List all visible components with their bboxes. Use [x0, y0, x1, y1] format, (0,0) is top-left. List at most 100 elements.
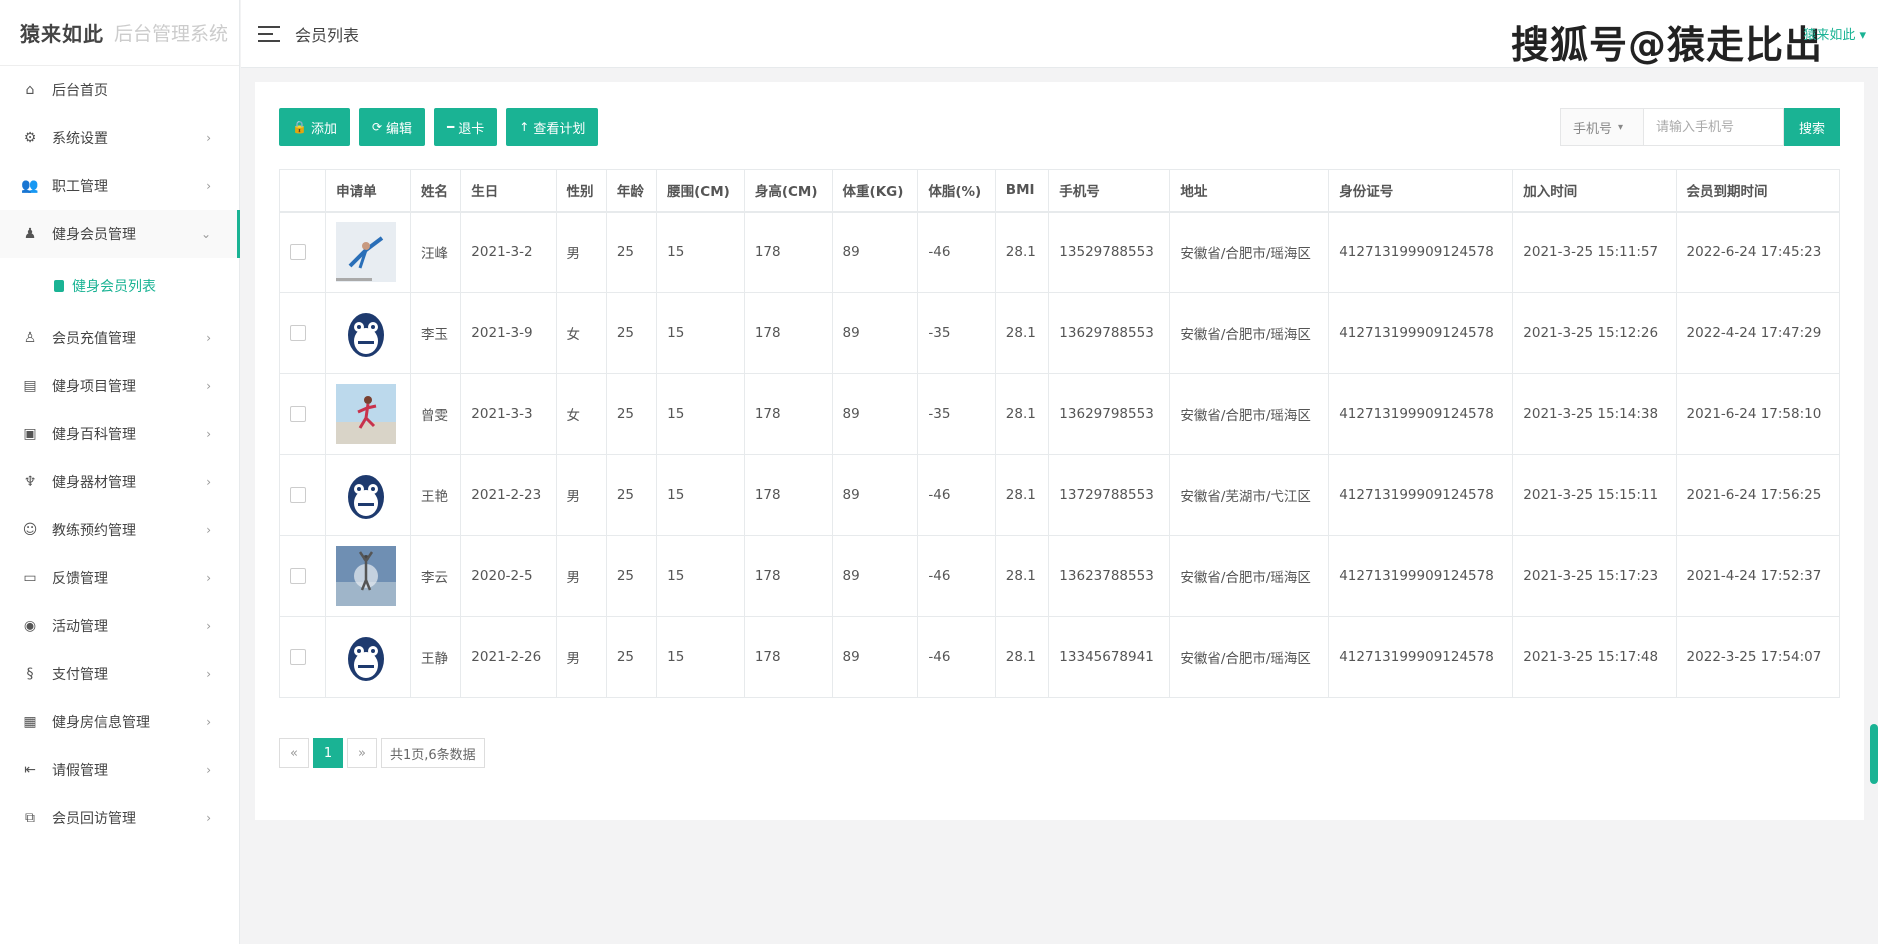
brand-logo: 猿来如此: [20, 22, 104, 46]
photo-monkey: [336, 465, 397, 525]
cell-expire: 2021-6-24 17:58:10: [1675, 373, 1841, 455]
cell-bodyfat: -46: [917, 211, 996, 293]
column-header: 生日: [460, 169, 557, 213]
sidebar-item-9[interactable]: ▭ 反馈管理 ›: [0, 554, 239, 602]
cell-expire: 2021-6-24 17:56:25: [1675, 454, 1841, 536]
row-checkbox[interactable]: [290, 568, 306, 584]
cell-height: 178: [743, 292, 833, 374]
scrollbar[interactable]: [1870, 724, 1878, 784]
row-select-cell: [278, 454, 327, 536]
watermark: 搜狐号@猿走比出: [1510, 23, 1823, 67]
row-select-cell: [278, 535, 327, 617]
cell-address: 安徽省/合肥市/瑶海区: [1169, 292, 1330, 374]
user-menu[interactable]: 猿来如此 ▾: [1803, 24, 1866, 43]
row-checkbox[interactable]: [290, 487, 306, 503]
sidebar-item-label: 会员回访管理: [52, 811, 136, 827]
cell-phone: 13729788553: [1048, 454, 1171, 536]
column-header: 腰围(CM): [656, 169, 745, 213]
table-row[interactable]: 王静 2021-2-26 男 25 15 178 89 -46 28.1 13345678941 安…: [278, 616, 1841, 698]
cell-bodyfat: -46: [917, 454, 996, 536]
cell-birthday: 2020-2-5: [460, 535, 557, 617]
table-row[interactable]: 汪峰 2021-3-2 男 25 15 178 89 -46 28.1 13529788553 安徽…: [278, 211, 1841, 293]
sidebar-item-12[interactable]: ▦ 健身房信息管理 ›: [0, 698, 239, 746]
home-icon: ⌂: [25, 82, 35, 98]
cell-gender: 男: [555, 616, 607, 698]
sidebar-item-10[interactable]: ◉ 活动管理 ›: [0, 602, 239, 650]
content-panel: 🔒添加 ⟳编辑 ━退卡 ↑查看计划 手机号 ▾ 搜索 申请单姓名生日性别年龄腰围(…: [255, 82, 1864, 820]
row-checkbox[interactable]: [290, 649, 306, 665]
row-checkbox[interactable]: [290, 244, 306, 261]
row-checkbox[interactable]: [290, 406, 306, 422]
photo-dancer: [336, 222, 397, 283]
person-icon: ♙: [23, 330, 37, 346]
submenu-item-member-list[interactable]: 健身会员列表: [0, 258, 239, 314]
cell-waist: 15: [656, 292, 745, 374]
sidebar-item-2[interactable]: 👥 职工管理 ›: [0, 162, 239, 210]
pagination-info: 共1页,6条数据: [381, 738, 485, 768]
cell-phone: 13345678941: [1048, 616, 1171, 698]
add-button[interactable]: 🔒 添加: [279, 108, 350, 146]
cell-phone: 13529788553: [1048, 211, 1171, 293]
sidebar-item-11[interactable]: § 支付管理 ›: [0, 650, 239, 698]
sidebar-item-5[interactable]: ▤ 健身项目管理 ›: [0, 362, 239, 410]
sidebar-item-8[interactable]: ☺ 教练预约管理 ›: [0, 506, 239, 554]
menu-toggle-icon[interactable]: [258, 25, 280, 42]
row-select-cell: [278, 211, 327, 293]
table-header-row: 申请单 姓名 生日 性别 年龄 腰围(CM) 身高(CM) 体重(KG) 体脂(%) BMI 手机号…: [278, 169, 1841, 213]
prev-page-button[interactable]: «: [279, 738, 309, 768]
sidebar-item-6[interactable]: ▣ 健身百科管理 ›: [0, 410, 239, 458]
sidebar-item-3[interactable]: ♟ 健身会员管理 ⌄: [0, 210, 240, 258]
refund-button[interactable]: ━ 退卡: [434, 108, 498, 146]
sidebar-item-7[interactable]: ♆ 健身器材管理 ›: [0, 458, 239, 506]
page-1-button[interactable]: 1: [313, 738, 343, 768]
search-field-select[interactable]: 手机号 ▾: [1560, 108, 1644, 146]
minus-icon: ━: [447, 120, 455, 134]
cell-birthday: 2021-3-2: [460, 211, 557, 293]
sidebar-item-label: 反馈管理: [52, 571, 108, 587]
table-row[interactable]: 王艳 2021-2-23 男 25 15 178 89 -46 28.1 13729788553 安…: [278, 454, 1841, 536]
cell-height: 178: [743, 373, 833, 455]
view-plan-button[interactable]: ↑ 查看计划: [506, 108, 599, 146]
search-button[interactable]: 搜索: [1784, 108, 1840, 146]
sidebar-item-label: 支付管理: [52, 667, 108, 683]
sidebar-item-13[interactable]: ⇤ 请假管理 ›: [0, 746, 239, 794]
cell-idcard: 412713199909124578: [1328, 535, 1514, 617]
cell-join: 2021-3-25 15:17:23: [1512, 535, 1677, 617]
sidebar-item-label: 会员充值管理: [52, 331, 136, 347]
sidebar-item-14[interactable]: ⧉ 会员回访管理 ›: [0, 794, 239, 842]
cell-name: 李云: [409, 535, 462, 617]
lock-plus-icon: 🔒: [292, 120, 307, 134]
table-row[interactable]: 李玉 2021-3-9 女 25 15 178 89 -35 28.1 13629788553 安徽…: [278, 292, 1841, 374]
cell-name: 曾雯: [409, 373, 462, 455]
row-select-cell: [278, 292, 327, 374]
pagination: « 1 » 共1页,6条数据: [279, 738, 485, 768]
cell-name: 王静: [409, 616, 462, 698]
cell-address: 安徽省/芜湖市/弋江区: [1169, 454, 1330, 536]
cell-age: 25: [605, 535, 658, 617]
column-header: 加入时间: [1512, 169, 1677, 213]
sidebar-item-4[interactable]: ♙ 会员充值管理 ›: [0, 314, 239, 362]
sidebar-item-label: 活动管理: [52, 619, 108, 635]
column-header: 年龄: [605, 169, 658, 213]
row-checkbox[interactable]: [290, 325, 306, 341]
sidebar-item-label: 后台首页: [52, 83, 108, 99]
search-input[interactable]: [1644, 108, 1784, 146]
chevron-icon: ›: [206, 179, 211, 193]
cell-bmi: 28.1: [994, 292, 1050, 374]
sidebar-item-1[interactable]: ⚙ 系统设置 ›: [0, 114, 239, 162]
sidebar-item-0[interactable]: ⌂ 后台首页: [0, 66, 239, 114]
user-name: 猿来如此: [1803, 28, 1856, 43]
table-row[interactable]: 曾雯 2021-3-3 女 25 15 178 89 -35 28.1 13629798553 安徽…: [278, 373, 1841, 455]
cell-address: 安徽省/合肥市/瑶海区: [1169, 616, 1330, 698]
sidebar-item-label: 健身会员管理: [52, 227, 136, 243]
mask-icon: ☺: [22, 522, 38, 538]
table-row[interactable]: 李云 2020-2-5 男 25 15 178 89 -46 28.1 13623788553 安徽…: [278, 535, 1841, 617]
cell-age: 25: [605, 616, 658, 698]
column-header: 体重(KG): [831, 169, 919, 213]
edit-button[interactable]: ⟳ 编辑: [358, 108, 426, 146]
cell-phone: 13629798553: [1048, 373, 1171, 455]
chevron-icon: ›: [206, 131, 211, 145]
sidebar-item-label: 健身项目管理: [52, 379, 136, 395]
next-page-button[interactable]: »: [347, 738, 377, 768]
cell-bmi: 28.1: [994, 373, 1050, 455]
